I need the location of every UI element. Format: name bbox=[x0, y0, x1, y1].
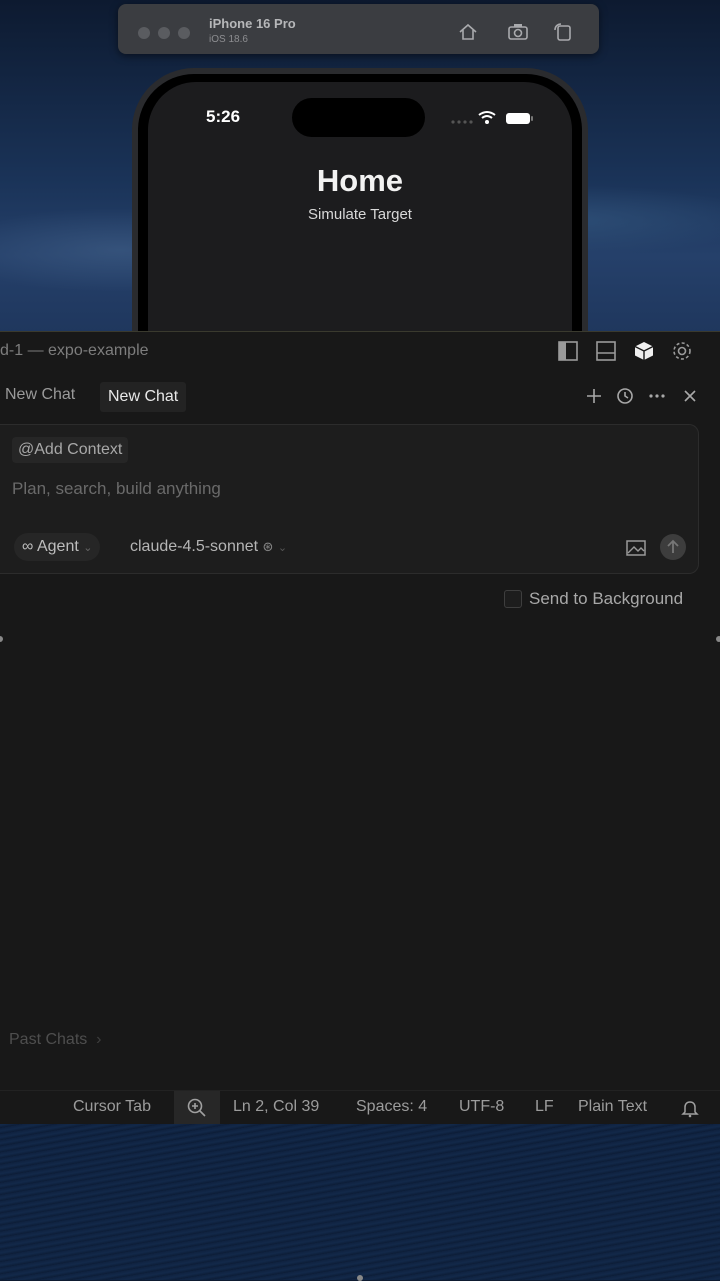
toggle-panel-icon[interactable] bbox=[595, 340, 617, 362]
add-context-label: Add Context bbox=[34, 441, 123, 458]
window-title: d-1 — expo-example bbox=[0, 342, 149, 359]
zoom-window-button[interactable] bbox=[178, 27, 190, 39]
simulator-os-version: iOS 18.6 bbox=[209, 34, 248, 45]
toggle-sidebar-icon[interactable] bbox=[557, 340, 579, 362]
status-cursor-position[interactable]: Ln 2, Col 39 bbox=[233, 1098, 319, 1116]
past-chats-label: Past Chats bbox=[9, 1031, 88, 1048]
add-context-button[interactable]: @Add Context bbox=[12, 437, 129, 463]
model-label: claude-4.5-sonnet bbox=[130, 538, 259, 555]
status-cursor-tab[interactable]: Cursor Tab bbox=[73, 1098, 151, 1116]
chevron-down-icon: ⌄ bbox=[277, 542, 288, 554]
status-line-ending[interactable]: LF bbox=[535, 1098, 554, 1116]
chat-history-icon[interactable] bbox=[615, 386, 635, 406]
status-encoding[interactable]: UTF-8 bbox=[459, 1098, 504, 1116]
close-panel-icon[interactable] bbox=[680, 386, 700, 406]
attach-image-icon[interactable] bbox=[625, 539, 647, 557]
agent-mode-label: Agent bbox=[36, 538, 79, 555]
status-time: 5:26 bbox=[206, 107, 241, 126]
screenshot-icon[interactable] bbox=[507, 21, 529, 43]
dynamic-island bbox=[292, 98, 425, 137]
agent-mode-dropdown[interactable]: ∞ Agent ⌄ bbox=[14, 533, 101, 561]
home-icon[interactable] bbox=[457, 21, 479, 43]
cube-icon[interactable] bbox=[633, 340, 655, 362]
tab-new-chat-1[interactable]: New Chat bbox=[5, 386, 75, 404]
infinity-icon: ∞ bbox=[22, 538, 34, 555]
chevron-right-icon: › bbox=[91, 1031, 102, 1048]
home-screen-subtitle: Simulate Target bbox=[308, 206, 412, 223]
simulator-device-name: iPhone 16 Pro bbox=[209, 16, 296, 31]
status-icons bbox=[448, 110, 534, 126]
send-to-background-label[interactable]: Send to Background bbox=[529, 589, 683, 609]
resize-handle-right[interactable] bbox=[716, 636, 720, 642]
rotate-icon[interactable] bbox=[552, 21, 574, 43]
wallpaper-sea bbox=[0, 1122, 720, 1280]
minimize-window-button[interactable] bbox=[158, 27, 170, 39]
notifications-bell-icon[interactable] bbox=[680, 1098, 700, 1118]
close-window-button[interactable] bbox=[138, 27, 150, 39]
send-to-background-checkbox[interactable] bbox=[504, 590, 522, 608]
tab-new-chat-2[interactable]: New Chat bbox=[100, 382, 187, 412]
more-options-icon[interactable] bbox=[647, 386, 667, 406]
send-button[interactable] bbox=[660, 534, 686, 560]
editor-window: d-1 — expo-example New Chat New Chat @Ad… bbox=[0, 331, 720, 1124]
zoom-button[interactable] bbox=[174, 1091, 220, 1124]
resize-handle-bottom[interactable] bbox=[357, 1275, 363, 1281]
model-selector[interactable]: claude-4.5-sonnet ⊛ ⌄ bbox=[130, 538, 287, 556]
home-screen-title: Home bbox=[316, 163, 404, 198]
settings-gear-icon[interactable] bbox=[671, 340, 693, 362]
prompt-input[interactable]: Plan, search, build anything bbox=[12, 479, 221, 499]
at-sign-icon: @ bbox=[18, 441, 35, 458]
new-chat-plus-icon[interactable] bbox=[584, 386, 604, 406]
simulator-title-bar[interactable]: iPhone 16 Pro iOS 18.6 bbox=[118, 4, 599, 54]
status-language[interactable]: Plain Text bbox=[578, 1098, 647, 1116]
past-chats-link[interactable]: Past Chats › bbox=[9, 1031, 102, 1049]
brain-icon: ⊛ bbox=[262, 539, 274, 554]
chat-composer[interactable]: @Add Context Plan, search, build anythin… bbox=[0, 424, 699, 574]
chevron-down-icon: ⌄ bbox=[83, 542, 93, 554]
status-indentation[interactable]: Spaces: 4 bbox=[356, 1098, 427, 1116]
status-bar: Cursor Tab Ln 2, Col 39 Spaces: 4 UTF-8 … bbox=[0, 1090, 720, 1124]
